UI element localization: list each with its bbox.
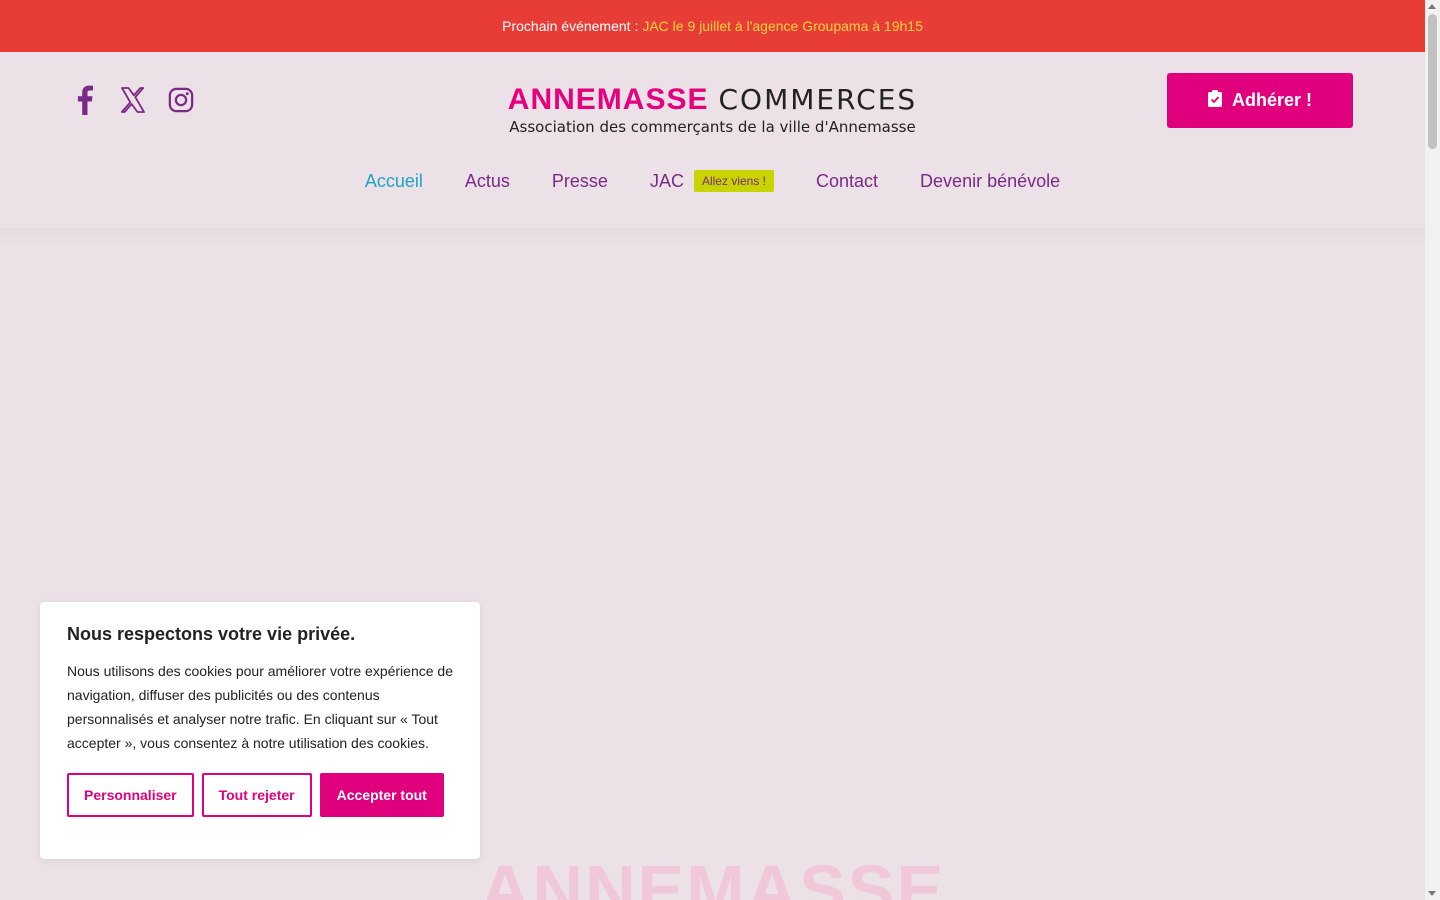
nav-item-jac-label: JAC: [649, 170, 684, 191]
join-button-label: Adhérer !: [1231, 90, 1312, 110]
header-divider: [0, 228, 1425, 248]
cookie-banner: Nous respectons votre vie privée. Nous u…: [40, 602, 480, 859]
clipboard-check-icon: [1207, 89, 1222, 112]
nav-item-accueil[interactable]: Accueil: [365, 168, 423, 194]
nav-item-actus[interactable]: Actus: [465, 168, 510, 194]
page: Prochain événement : JAC le 9 juillet à …: [0, 0, 1425, 900]
cookie-title: Nous respectons votre vie privée.: [67, 624, 356, 644]
scroll-down-icon[interactable]: [1428, 891, 1436, 896]
announcement-event-link[interactable]: JAC le 9 juillet à l'agence Groupama à 1…: [642, 18, 923, 34]
logo-part2: COMMERCES: [718, 83, 918, 116]
cookie-text: Nous utilisons des cookies pour améliore…: [67, 663, 453, 751]
nav-item-presse[interactable]: Presse: [552, 168, 608, 194]
main-nav: Accueil Actus Presse JAC Allez viens ! C…: [0, 168, 1425, 194]
nav-item-contact[interactable]: Contact: [816, 168, 878, 194]
nav-badge: Allez viens !: [693, 170, 774, 192]
scroll-up-icon[interactable]: [1428, 4, 1436, 9]
scrollbar-thumb[interactable]: [1428, 14, 1437, 149]
nav-item-devenir-benevole[interactable]: Devenir bénévole: [920, 168, 1060, 194]
cookie-accept-button[interactable]: Accepter tout: [319, 773, 444, 817]
join-button[interactable]: Adhérer !: [1167, 73, 1353, 128]
page-scrollbar[interactable]: [1425, 0, 1440, 900]
cookie-reject-button[interactable]: Tout rejeter: [201, 773, 312, 817]
cookie-customize-button[interactable]: Personnaliser: [67, 773, 194, 817]
cookie-buttons: Personnaliser Tout rejeter Accepter tout: [67, 773, 453, 817]
announcement-bar: Prochain événement : JAC le 9 juillet à …: [0, 0, 1425, 52]
announcement-label: Prochain événement :: [502, 18, 639, 34]
logo-part1: ANNEMASSE: [507, 83, 709, 116]
nav-item-jac[interactable]: JAC Allez viens !: [650, 168, 774, 194]
